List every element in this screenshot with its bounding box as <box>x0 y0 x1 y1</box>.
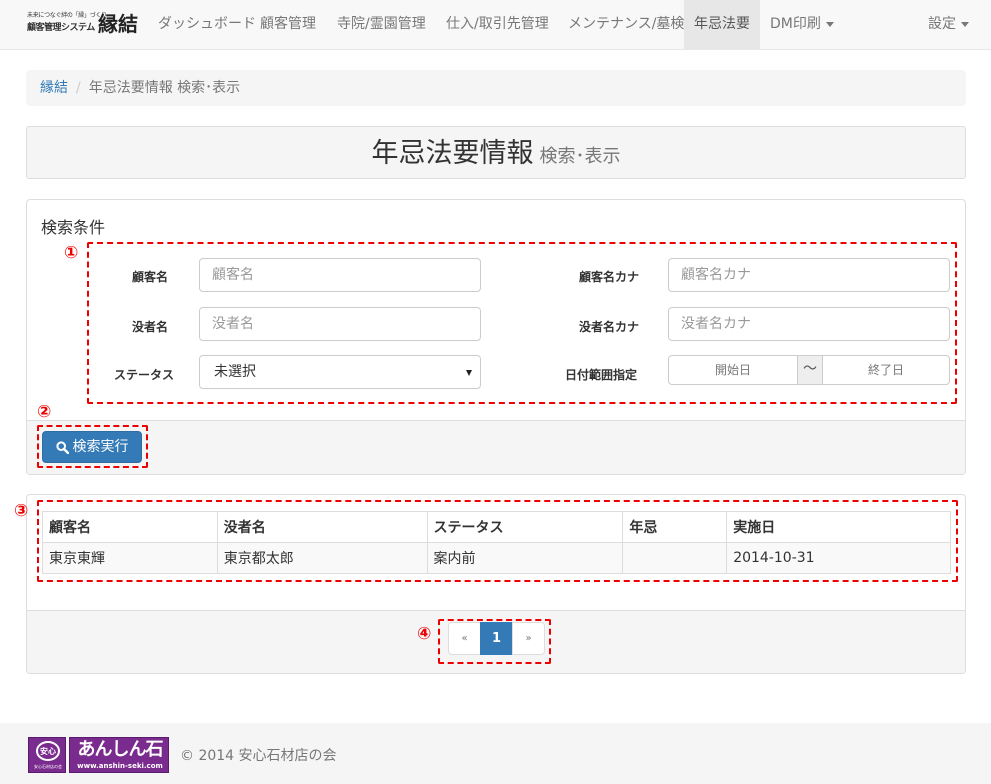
breadcrumb: 縁結 / 年忌法要情報 検索･表示 <box>26 70 966 106</box>
chevron-down-icon <box>961 21 969 27</box>
logo-url-text: www.anshin-seki.com <box>77 762 163 770</box>
table-row[interactable]: 東京東輝 東京都太郎 案内前 2014-10-31 <box>42 542 951 574</box>
pagination-page-current[interactable]: 1 <box>480 622 513 655</box>
annotation-marker-4: ④ <box>417 624 432 644</box>
cell-service-date: 2014-10-31 <box>726 542 951 574</box>
page-subtitle: 検索･表示 <box>539 146 621 167</box>
pagination: « 1 » <box>448 622 545 655</box>
logo-badge-text: 安心石材店の会 <box>34 764 62 769</box>
annotation-marker-3: ③ <box>14 501 29 521</box>
nav-temples[interactable]: 寺院/霊園管理 <box>327 0 436 49</box>
annotation-marker-2: ② <box>37 402 52 422</box>
search-panel-footer <box>27 420 965 474</box>
nav-dm-print-label: DM印刷 <box>770 16 821 32</box>
page-title: 年忌法要情報 <box>371 138 534 169</box>
chevron-down-icon <box>466 370 472 376</box>
cell-deceased-name: 東京都太郎 <box>216 542 428 574</box>
navbar: 未来につなぐ絆の「縁」づくり 顧客管理システム 縁結 ダッシュボード 顧客管理 … <box>0 0 991 50</box>
date-range-group: 開始日 〜 終了日 <box>668 355 950 385</box>
column-header-deceased-name[interactable]: 没者名 <box>216 511 428 543</box>
nav-memorial-services[interactable]: 年忌法要 <box>684 0 760 49</box>
nav-customers[interactable]: 顧客管理 <box>250 0 326 49</box>
page-header: 年忌法要情報 検索･表示 <box>26 126 966 179</box>
nav-dashboard[interactable]: ダッシュボード <box>148 0 266 49</box>
date-range-separator: 〜 <box>797 356 823 384</box>
deceased-kana-label: 没者名カナ <box>579 320 640 334</box>
nav-settings[interactable]: 設定 <box>918 0 979 49</box>
search-panel: 検索条件 顧客名 顧客名カナ 没者名 没者名カナ ステータス 未選択 日付範囲指… <box>26 199 966 475</box>
stone-icon: 安心 <box>36 741 60 761</box>
breadcrumb-separator: / <box>76 80 81 96</box>
nav-suppliers[interactable]: 仕入/取引先管理 <box>436 0 559 49</box>
results-table: 顧客名 没者名 ステータス 年忌 実施日 東京東輝 東京都太郎 案内前 2014… <box>42 511 951 574</box>
cell-customer-name: 東京東輝 <box>42 542 218 574</box>
column-header-status[interactable]: ステータス <box>426 511 624 543</box>
breadcrumb-current: 年忌法要情報 検索･表示 <box>88 80 241 96</box>
logo-name-box: あんしん石 www.anshin-seki.com <box>69 737 169 773</box>
customer-name-label: 顧客名 <box>132 270 169 284</box>
deceased-name-label: 没者名 <box>132 320 169 334</box>
brand-system-name: 顧客管理システム <box>27 23 95 33</box>
breadcrumb-home-link[interactable]: 縁結 <box>40 80 68 96</box>
search-panel-title: 検索条件 <box>41 218 106 237</box>
logo-name-text: あんしん石 <box>77 739 164 760</box>
customer-name-input[interactable] <box>199 258 481 292</box>
customer-kana-label: 顧客名カナ <box>579 270 640 284</box>
nav-dm-print[interactable]: DM印刷 <box>760 0 844 49</box>
end-date-input[interactable]: 終了日 <box>823 356 949 384</box>
deceased-name-input[interactable] <box>199 307 481 341</box>
date-range-label: 日付範囲指定 <box>565 368 638 382</box>
search-button[interactable]: 検索実行 <box>42 431 142 463</box>
status-select[interactable]: 未選択 <box>199 355 481 389</box>
start-date-input[interactable]: 開始日 <box>669 356 797 384</box>
column-header-customer-name[interactable]: 顧客名 <box>42 511 218 543</box>
search-icon <box>55 441 69 454</box>
annotation-marker-1: ① <box>64 243 79 263</box>
cell-status: 案内前 <box>426 542 624 574</box>
brand-logo[interactable]: 未来につなぐ絆の「縁」づくり 顧客管理システム 縁結 <box>27 11 142 39</box>
nav-maintenance[interactable]: メンテナンス/墓検 <box>558 0 694 49</box>
brand-name: 縁結 <box>98 12 138 36</box>
nav-settings-label: 設定 <box>928 16 956 32</box>
cell-anniversary <box>622 542 728 574</box>
status-label: ステータス <box>114 368 175 382</box>
svg-text:安心: 安心 <box>40 746 56 756</box>
table-header-row: 顧客名 没者名 ステータス 年忌 実施日 <box>42 511 951 543</box>
column-header-service-date[interactable]: 実施日 <box>726 511 951 543</box>
footer-logo: 安心 安心石材店の会 あんしん石 www.anshin-seki.com <box>28 737 169 773</box>
deceased-kana-input[interactable] <box>668 307 950 341</box>
customer-kana-input[interactable] <box>668 258 950 292</box>
copyright-text: © 2014 安心石材店の会 <box>180 748 337 764</box>
pagination-prev[interactable]: « <box>448 622 481 655</box>
status-select-value: 未選択 <box>214 364 256 380</box>
column-header-anniversary[interactable]: 年忌 <box>622 511 728 543</box>
brand-tagline: 未来につなぐ絆の「縁」づくり <box>27 12 107 19</box>
search-button-label: 検索実行 <box>72 439 129 455</box>
chevron-down-icon <box>825 21 834 27</box>
results-panel: 顧客名 没者名 ステータス 年忌 実施日 東京東輝 東京都太郎 案内前 2014… <box>26 494 966 674</box>
logo-badge: 安心 安心石材店の会 <box>28 737 66 773</box>
pagination-next[interactable]: » <box>512 622 545 655</box>
